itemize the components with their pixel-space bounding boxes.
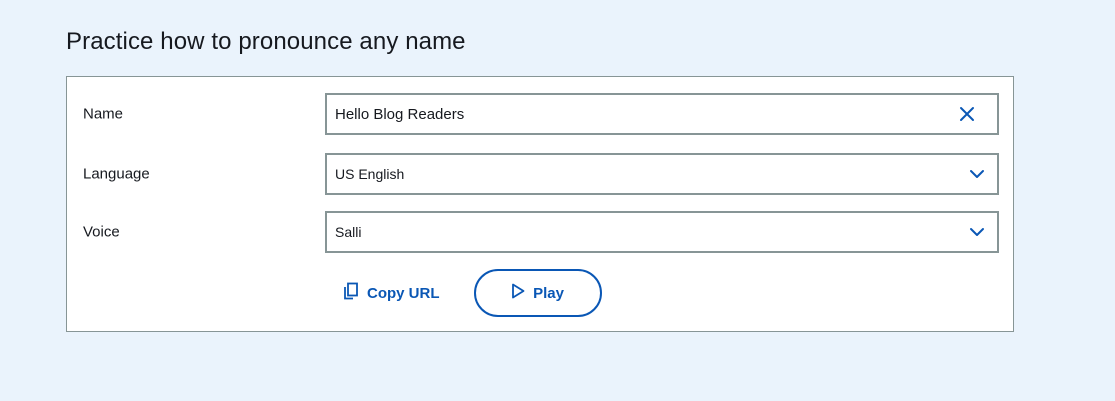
name-field (325, 93, 999, 135)
play-label: Play (533, 284, 564, 302)
language-selected-value: US English (335, 166, 405, 182)
name-row: Name (67, 93, 1013, 135)
copy-url-label: Copy URL (367, 284, 440, 302)
copy-icon (343, 282, 359, 304)
chevron-down-icon (967, 222, 987, 242)
name-label: Name (83, 105, 124, 123)
voice-selected-value: Salli (335, 224, 362, 240)
language-label: Language (83, 165, 150, 183)
page-title: Practice how to pronounce any name (66, 28, 466, 55)
voice-label: Voice (83, 223, 120, 241)
language-row: Language US English (67, 153, 1013, 195)
close-icon[interactable] (957, 104, 977, 124)
form-actions: Copy URL Play (335, 269, 602, 317)
language-select[interactable]: US English (325, 153, 999, 195)
voice-select[interactable]: Salli (325, 211, 999, 253)
copy-url-button[interactable]: Copy URL (335, 282, 448, 304)
voice-row: Voice Salli (67, 211, 1013, 253)
pronunciation-form: Name Language US English Voice Salli (66, 76, 1014, 332)
play-icon (511, 283, 525, 303)
chevron-down-icon (967, 164, 987, 184)
play-button[interactable]: Play (473, 269, 602, 317)
name-input[interactable] (327, 95, 997, 133)
